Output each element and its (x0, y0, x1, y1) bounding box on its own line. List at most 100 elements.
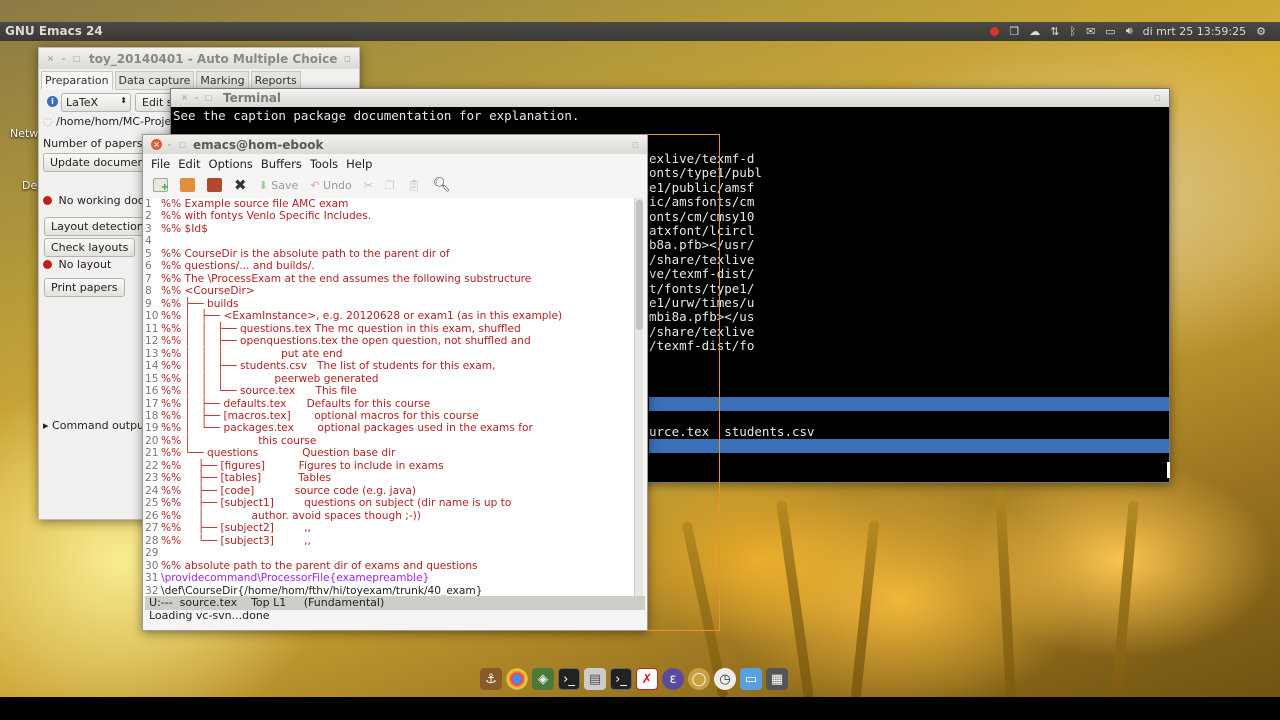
tab-preparation[interactable]: Preparation (41, 71, 113, 90)
line-number: 26 (145, 509, 159, 522)
scrollbar-thumb[interactable] (636, 200, 643, 330)
new-file-icon[interactable]: + (153, 178, 169, 193)
layout-detection-button[interactable]: Layout detection (44, 217, 151, 236)
network-icon[interactable]: ⇅ (1050, 25, 1059, 38)
undo-label: Undo (323, 178, 352, 192)
paste-icon[interactable]: 📋︎ (407, 179, 421, 192)
copy-icon[interactable]: ❐ (385, 179, 395, 192)
search-icon[interactable]: 🔍︎ (433, 177, 451, 193)
dired-icon[interactable] (207, 178, 222, 192)
menu-options[interactable]: Options (205, 155, 257, 173)
maximize-icon[interactable]: □ (177, 139, 188, 150)
files-icon[interactable]: ▤ (584, 668, 606, 690)
line-number: 23 (145, 472, 159, 485)
code-line: 21%% └── questions Question base dir (145, 447, 635, 459)
line-number: 4 (145, 235, 152, 248)
info-icon[interactable]: i (47, 96, 58, 107)
menu-buffers[interactable]: Buffers (257, 155, 306, 173)
undo-button[interactable]: ↶ Undo (310, 179, 351, 192)
chrome-icon[interactable] (506, 668, 528, 690)
emacs-titlebar[interactable]: × – □ emacs@hom-ebook ◻ (143, 135, 647, 154)
restore-icon[interactable]: ◻ (1152, 92, 1163, 103)
emacs-minibuffer[interactable]: Loading vc-svn...done (149, 609, 270, 622)
line-number: 27 (145, 522, 159, 535)
terminal-titlebar[interactable]: × – □ Terminal ◻ (171, 89, 1169, 107)
close-buffer-icon[interactable]: ✖ (234, 176, 247, 194)
minimize-icon[interactable]: – (164, 139, 175, 150)
clock-text[interactable]: di mrt 25 13:59:25 (1143, 25, 1246, 38)
line-number: 21 (145, 447, 159, 460)
open-folder-icon[interactable] (180, 178, 195, 192)
workspace-switcher-icon[interactable]: ▦ (766, 668, 788, 690)
format-select[interactable]: LaTeX ⬍ (61, 93, 131, 112)
menu-help[interactable]: Help (342, 155, 376, 173)
line-number: 28 (145, 534, 159, 547)
circle-app-icon[interactable]: ◯ (688, 668, 710, 690)
window-resize-outline (646, 134, 720, 631)
code-text: %% └── questions Question base dir (161, 447, 396, 460)
network-app-icon[interactable]: ◈ (532, 668, 554, 690)
line-number: 24 (145, 484, 159, 497)
emacs-editor[interactable]: 1 %% Example source file AMC exam 2 %% with… (145, 198, 635, 596)
close-icon[interactable]: × (179, 92, 190, 103)
code-line: 27%% ├── [subject2] ,, (145, 522, 635, 534)
edit-source-button[interactable]: Edit so (135, 93, 175, 112)
desktop-label-network[interactable]: Netw (10, 127, 38, 140)
code-line: 24%% ├── [code] source code (e.g. java) (145, 485, 635, 497)
terminal-icon[interactable]: ›_ (610, 668, 632, 690)
command-output-expander[interactable]: ▸ Command output (43, 419, 148, 432)
window-icon[interactable]: ❐ (1009, 25, 1019, 38)
bluetooth-icon[interactable]: ᛒ (1069, 25, 1076, 38)
battery-icon[interactable]: ▭ (1105, 25, 1115, 38)
anchor-icon[interactable]: ⚓ (480, 668, 502, 690)
volume-icon[interactable]: 🔊︎ (1126, 24, 1133, 38)
menu-edit[interactable]: Edit (174, 155, 204, 173)
code-text: %% ├── [subject2] ,, (161, 522, 311, 535)
monitor-icon[interactable]: ▭ (740, 668, 762, 690)
update-document-button[interactable]: Update document (43, 153, 147, 172)
menu-file[interactable]: File (147, 155, 174, 173)
line-number: 8 (145, 285, 152, 298)
close-icon[interactable]: × (151, 139, 162, 150)
code-line: 19%% │ └── packages.tex optional package… (145, 422, 635, 434)
code-text: %% ├── [subject1] questions on subject (… (161, 497, 512, 510)
code-line: 13%% │ │ │ put ate end (145, 348, 635, 360)
mail-icon[interactable]: ✉ (1086, 25, 1095, 38)
settings-gear-icon[interactable]: ⚙ (1256, 25, 1266, 38)
terminal-icon[interactable]: ›_ (558, 668, 580, 690)
clock-icon[interactable]: ◷ (714, 668, 736, 690)
minimize-icon[interactable]: – (58, 53, 69, 64)
xkill-icon[interactable]: ✗ (636, 668, 658, 690)
line-number: 30 (145, 559, 159, 572)
menu-tools[interactable]: Tools (306, 155, 342, 173)
line-number: 15 (145, 372, 159, 385)
cut-icon[interactable]: ✂ (364, 179, 373, 192)
code-line: 32 \def\CourseDir{/home/hom/fthv/hi/toyex… (145, 585, 635, 596)
restore-icon[interactable]: ◻ (630, 139, 641, 150)
maximize-icon[interactable]: □ (71, 53, 82, 64)
emacs-scrollbar[interactable] (634, 198, 643, 596)
check-layouts-button[interactable]: Check layouts (44, 238, 136, 257)
code-line: 18%% │ ├── [macros.tex] optional macros … (145, 410, 635, 422)
emacs-icon[interactable]: ε (662, 668, 684, 690)
line-number: 14 (145, 360, 159, 373)
line-number: 22 (145, 459, 159, 472)
check-layouts-label: Check layouts (51, 241, 129, 254)
close-icon[interactable]: × (45, 53, 56, 64)
record-icon[interactable] (990, 26, 1000, 36)
print-papers-button[interactable]: Print papers (44, 278, 125, 297)
cloud-icon[interactable]: ☁ (1029, 25, 1040, 38)
layout-detection-label: Layout detection (51, 220, 144, 233)
minimize-icon[interactable]: – (191, 92, 202, 103)
code-line: 9 %% ├── builds (145, 298, 635, 310)
amc-titlebar[interactable]: × – □ toy_20140401 - Auto Multiple Choic… (39, 48, 359, 69)
code-line: 2 %% with fontys Venlo Specific Includes. (145, 210, 635, 222)
chevron-right-icon: ▸ (43, 419, 49, 432)
line-number: 11 (145, 322, 159, 335)
save-button[interactable]: ⬇ Save (259, 179, 299, 192)
code-text: %% The \ProcessExam at the end assumes t… (161, 272, 532, 285)
desktop-label-de[interactable]: De (22, 179, 37, 192)
restore-icon[interactable]: ◻ (342, 53, 353, 64)
code-text: %% │ ├── <ExamInstance>, e.g. 20120628 o… (161, 310, 563, 323)
maximize-icon[interactable]: □ (203, 92, 214, 103)
